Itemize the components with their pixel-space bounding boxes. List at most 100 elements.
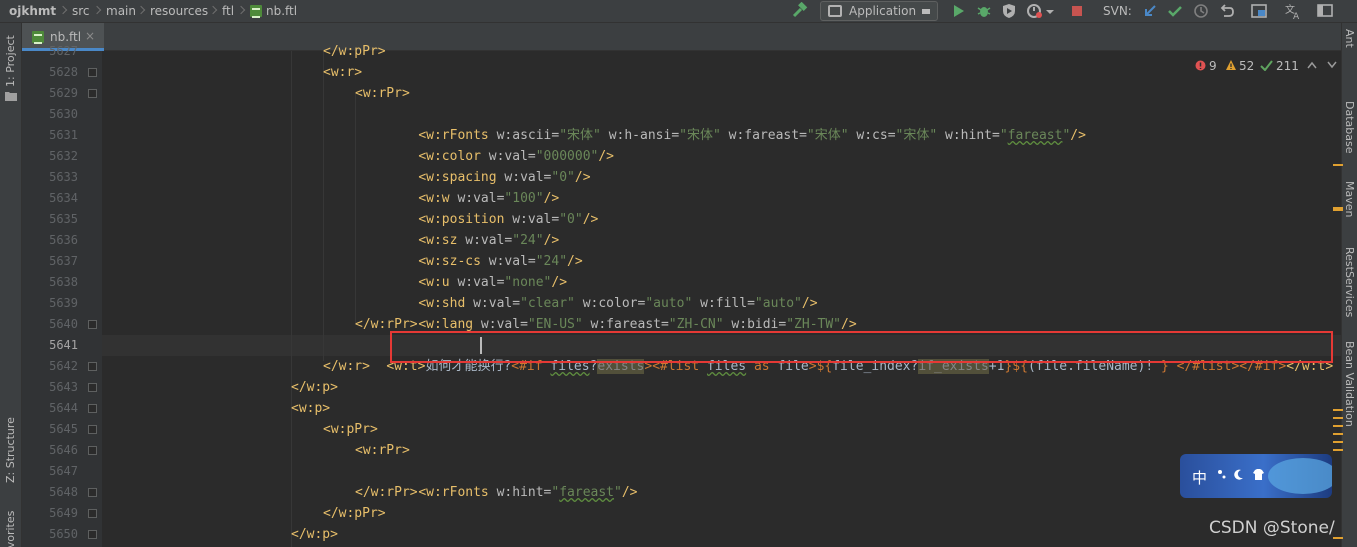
moon-icon [1234,469,1243,480]
chevron-down-icon[interactable] [1327,61,1337,69]
translate-icon[interactable]: 文 A [1284,2,1302,20]
database-tool-button[interactable]: Database [1343,101,1356,154]
line-number: 5629 [49,86,78,100]
ant-tool-button[interactable]: Ant [1343,29,1356,48]
indent-guide [355,93,356,325]
project-tool-button[interactable]: 1: Project [4,35,17,87]
fold-marker-icon[interactable] [88,446,97,455]
code-editor[interactable]: </w:pPr> <w:r> <w:rPr> <w:rFonts w:ascii… [102,44,1341,547]
right-tool-window-strip: Ant Database Maven RestServices Bean Val… [1341,23,1357,547]
error-icon[interactable] [1195,60,1206,71]
code-line-5636: <w:sz-cs w:val="24"/> [418,254,583,269]
scrollbar-warning-mark[interactable] [1333,441,1343,443]
line-number: 5648 [49,485,78,499]
line-number: 5638 [49,275,78,289]
breadcrumb-separator-icon [210,3,216,19]
ok-check-icon[interactable] [1260,60,1273,71]
fold-marker-icon[interactable] [88,383,97,392]
fold-marker-icon[interactable] [88,425,97,434]
line-number: 5633 [49,170,78,184]
history-icon[interactable] [1192,2,1210,20]
scrollbar-warning-mark[interactable] [1333,425,1343,427]
fold-marker-icon[interactable] [88,530,97,539]
line-number: 5644 [49,401,78,415]
code-line-5627: </w:pPr> [323,44,386,59]
breadcrumb-main[interactable]: main [106,4,136,18]
fold-marker-icon[interactable] [88,488,97,497]
shirt-icon [1253,469,1264,480]
revert-icon[interactable] [1218,2,1236,20]
project-structure-icon[interactable] [1250,2,1268,20]
folder-icon [5,92,17,101]
presentation-icon[interactable] [1316,2,1334,20]
chevron-down-icon [922,9,930,14]
line-number: 5628 [49,65,78,79]
run-icon[interactable] [949,2,967,20]
scrollbar-warning-mark[interactable] [1333,207,1343,211]
scrollbar-warning-mark[interactable] [1333,409,1343,411]
code-line-5637: <w:u w:val="none"/> [418,275,568,290]
run-configuration-select[interactable]: Application [820,1,938,21]
highlight-annotation-box [390,331,1333,363]
fold-marker-icon[interactable] [88,509,97,518]
line-number: 5636 [49,233,78,247]
line-number: 5637 [49,254,78,268]
indent-guide [291,51,292,547]
line-number: 5631 [49,128,78,142]
svn-commit-icon[interactable] [1166,2,1184,20]
line-number: 5634 [49,191,78,205]
left-tool-window-strip: 1: Project Z: Structure avorites [0,23,22,547]
maven-tool-button[interactable]: Maven [1343,181,1356,217]
breadcrumb-file[interactable]: nb.ftl [266,4,297,18]
breadcrumb-resources[interactable]: resources [150,4,208,18]
line-number: 5630 [49,107,78,121]
fold-marker-icon[interactable] [88,89,97,98]
code-line-5647: <w:rFonts w:hint="fareast"/> [418,485,638,500]
fold-marker-icon[interactable] [88,68,97,77]
scrollbar-warning-mark[interactable] [1333,449,1343,451]
fold-marker-icon[interactable] [88,362,97,371]
breadcrumb-ftl[interactable]: ftl [222,4,234,18]
code-line-5633: <w:w w:val="100"/> [418,191,560,206]
restservices-tool-button[interactable]: RestServices [1343,247,1356,317]
code-line-5648: </w:rPr> [355,485,418,500]
input-method-widget[interactable]: 中 [1180,454,1332,498]
code-line-5634: <w:position w:val="0"/> [418,212,599,227]
bean-validation-tool-button[interactable]: Bean Validation [1343,341,1356,427]
fold-marker-icon[interactable] [88,320,97,329]
breadcrumb-project[interactable]: ojkhmt [9,4,56,18]
code-line-5643: </w:p> [291,380,338,395]
structure-tool-button[interactable]: Z: Structure [4,417,17,483]
fold-marker-icon[interactable] [88,404,97,413]
warning-icon[interactable] [1225,59,1237,71]
scrollbar-warning-mark[interactable] [1333,164,1343,166]
breadcrumb-separator-icon [60,3,66,19]
breadcrumb-separator-icon [138,3,144,19]
ok-count[interactable]: 211 [1276,59,1299,73]
line-number: 5643 [49,380,78,394]
line-number: 5645 [49,422,78,436]
svg-text:A: A [1293,12,1300,20]
favorites-tool-button[interactable]: avorites [4,511,17,547]
code-line-5644: <w:p> [291,401,331,416]
line-number: 5649 [49,506,78,520]
close-icon[interactable]: × [85,29,95,43]
line-number: 5632 [49,149,78,163]
warning-count[interactable]: 52 [1239,59,1254,73]
code-line-5650: </w:p> [291,527,338,542]
profile-icon[interactable] [1026,2,1044,20]
error-count[interactable]: 9 [1209,59,1217,73]
chevron-up-icon[interactable] [1307,61,1317,69]
debug-icon[interactable] [975,2,993,20]
breadcrumb-src[interactable]: src [72,4,90,18]
coverage-icon[interactable] [1000,2,1018,20]
dot-moon-icon [1218,470,1226,479]
line-number: 5640 [49,317,78,331]
svn-update-icon[interactable] [1141,2,1159,20]
chevron-down-icon[interactable] [1044,2,1056,20]
scrollbar-warning-mark[interactable] [1333,433,1343,435]
stop-icon[interactable] [1068,2,1086,20]
build-hammer-icon[interactable] [791,2,809,20]
line-number: 5639 [49,296,78,310]
scrollbar-warning-mark[interactable] [1333,417,1343,419]
